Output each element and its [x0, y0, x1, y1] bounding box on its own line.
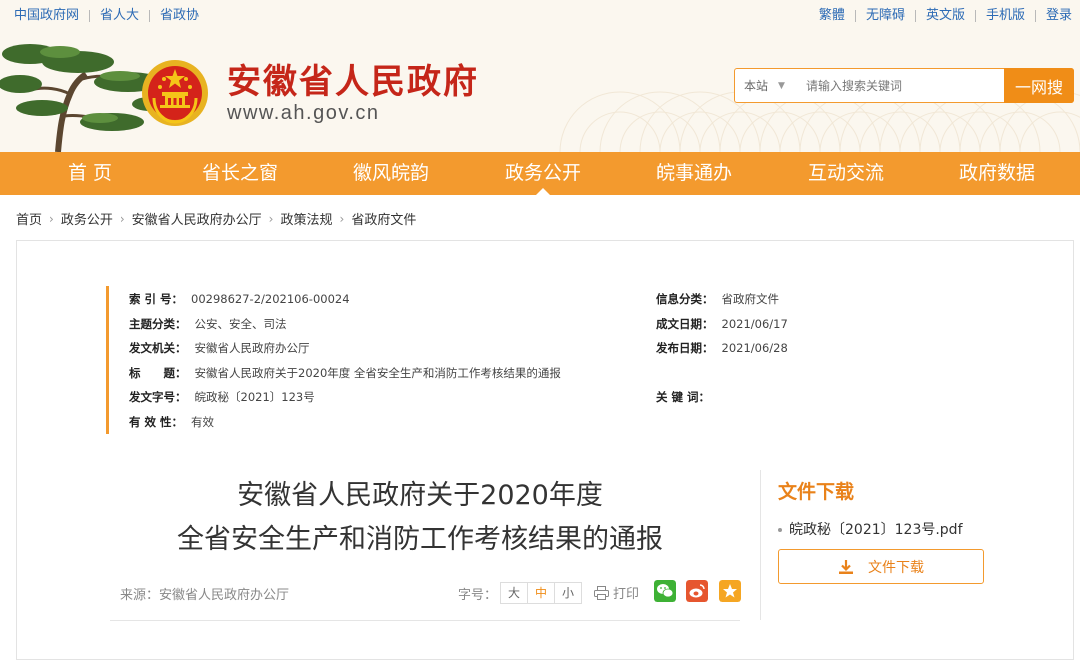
meta-published-value: 2021/06/28	[721, 341, 788, 355]
meta-docno-label: 发文字号：	[129, 390, 187, 404]
meta-created: 成文日期： 2021/06/17	[656, 316, 788, 332]
download-icon	[839, 559, 853, 574]
chevron-right-icon: ›	[268, 211, 274, 226]
meta-docno-value: 皖政秘〔2021〕123号	[194, 390, 315, 404]
link-accessibility[interactable]: 无障碍	[856, 7, 915, 25]
download-section-title: 文件下载	[778, 481, 855, 503]
top-links-right: 繁體 无障碍 英文版 手机版 登录	[809, 7, 1072, 25]
nav-gov-affairs[interactable]: 政务公开	[467, 152, 619, 195]
breadcrumb-home[interactable]: 首页	[16, 209, 42, 228]
link-gov-cn[interactable]: 中国政府网	[14, 7, 89, 25]
meta-category-value: 省政府文件	[721, 292, 780, 306]
breadcrumb-gov-affairs[interactable]: 政务公开	[61, 209, 113, 228]
chevron-right-icon: ›	[49, 211, 54, 226]
chevron-right-icon: ›	[339, 211, 345, 226]
site-title: 安徽省人民政府	[227, 62, 479, 102]
print-button[interactable]: 打印	[594, 583, 639, 602]
meta-title: 标 题： 安徽省人民政府关于2020年度 全省安全生产和消防工作考核结果的通报	[129, 365, 561, 381]
breadcrumb: 首页 › 政务公开 › 安徽省人民政府办公厅 › 政策法规 › 省政府文件	[16, 209, 416, 229]
link-traditional-chinese[interactable]: 繁體	[809, 7, 855, 25]
meta-created-label: 成文日期：	[656, 317, 714, 331]
file-download-button[interactable]: 文件下载	[778, 549, 984, 584]
meta-topic: 主题分类： 公安、安全、司法	[129, 316, 287, 332]
link-login[interactable]: 登录	[1036, 7, 1072, 25]
font-size-small-button[interactable]: 小	[554, 582, 583, 604]
breadcrumb-office[interactable]: 安徽省人民政府办公厅	[132, 209, 262, 228]
top-links-left: 中国政府网 省人大 省政协	[14, 7, 209, 25]
download-file-name: 皖政秘〔2021〕123号.pdf	[789, 522, 963, 538]
article-title-line-1: 安徽省人民政府关于2020年度	[237, 480, 603, 511]
site-header: 中国政府网 省人大 省政协 繁體 无障碍 英文版 手机版 登录 安徽省人民政府 …	[0, 0, 1080, 152]
nav-services[interactable]: 皖事通办	[618, 152, 770, 195]
search-scope-dropdown[interactable]: 本站 ▼	[735, 77, 800, 94]
main-nav: 首 页 省长之窗 徽风皖韵 政务公开 皖事通办 互动交流 政府数据	[0, 152, 1080, 195]
nav-home[interactable]: 首 页	[14, 152, 166, 195]
meta-accent-bar	[106, 286, 109, 434]
meta-category: 信息分类： 省政府文件	[656, 291, 779, 307]
sidebar-divider	[760, 470, 761, 620]
meta-index-value: 00298627-2/202106-00024	[191, 292, 350, 306]
font-size-label: 字号：	[458, 587, 498, 603]
nav-hui-style[interactable]: 徽风皖韵	[315, 152, 467, 195]
meta-published-label: 发布日期：	[656, 341, 714, 355]
search-button[interactable]: 一网搜	[1004, 68, 1074, 103]
meta-index: 索 引 号： 00298627-2/202106-00024	[129, 291, 350, 307]
link-mobile[interactable]: 手机版	[976, 7, 1035, 25]
article-divider	[110, 620, 740, 621]
meta-index-label: 索 引 号：	[129, 292, 184, 306]
meta-keywords-label: 关 键 词：	[656, 390, 711, 404]
chevron-down-icon: ▼	[778, 80, 785, 91]
nav-interaction[interactable]: 互动交流	[770, 152, 922, 195]
link-provincial-npc[interactable]: 省人大	[90, 7, 149, 25]
search-box: 本站 ▼ 一网搜	[734, 68, 1074, 103]
download-file-link[interactable]: 皖政秘〔2021〕123号.pdf	[778, 519, 963, 539]
meta-category-label: 信息分类：	[656, 292, 714, 306]
meta-validity: 有 效 性： 有效	[129, 414, 214, 430]
font-size-large-button[interactable]: 大	[500, 582, 529, 604]
article-source: 来源：安徽省人民政府办公厅	[120, 588, 290, 603]
site-url: www.ah.gov.cn	[227, 102, 380, 124]
weibo-share-icon[interactable]	[686, 580, 708, 602]
article-title-line-2: 全省安全生产和消防工作考核结果的通报	[177, 524, 663, 555]
top-utility-bar: 中国政府网 省人大 省政协 繁體 无障碍 英文版 手机版 登录	[14, 7, 1072, 27]
chevron-right-icon: ›	[119, 211, 125, 226]
meta-issuer-label: 发文机关：	[129, 341, 187, 355]
meta-topic-label: 主题分类：	[129, 317, 187, 331]
meta-keywords: 关 键 词：	[656, 389, 718, 405]
nav-governor-window[interactable]: 省长之窗	[164, 152, 316, 195]
national-emblem-icon	[142, 60, 208, 126]
nav-gov-data[interactable]: 政府数据	[921, 152, 1073, 195]
meta-topic-value: 公安、安全、司法	[194, 317, 287, 331]
link-provincial-cppcc[interactable]: 省政协	[150, 7, 209, 25]
breadcrumb-documents[interactable]: 省政府文件	[351, 209, 416, 228]
print-label: 打印	[613, 587, 640, 602]
meta-title-label: 标 题：	[129, 366, 187, 380]
meta-issuer: 发文机关： 安徽省人民政府办公厅	[129, 340, 310, 356]
file-download-label: 文件下载	[868, 559, 924, 576]
link-english[interactable]: 英文版	[916, 7, 975, 25]
meta-published: 发布日期： 2021/06/28	[656, 340, 788, 356]
meta-validity-value: 有效	[191, 415, 215, 429]
search-scope-label: 本站	[744, 79, 769, 93]
wechat-share-icon[interactable]	[654, 580, 676, 602]
meta-created-value: 2021/06/17	[721, 317, 788, 331]
meta-validity-label: 有 效 性：	[129, 415, 184, 429]
font-size-medium-button[interactable]: 中	[527, 582, 556, 604]
breadcrumb-policies[interactable]: 政策法规	[280, 209, 332, 228]
favorite-star-icon[interactable]	[719, 580, 741, 602]
meta-issuer-value: 安徽省人民政府办公厅	[194, 341, 310, 355]
printer-icon	[594, 585, 609, 600]
font-size-control: 字号： 大 中 小	[458, 582, 583, 604]
bullet-icon	[778, 528, 782, 532]
meta-title-value: 安徽省人民政府关于2020年度 全省安全生产和消防工作考核结果的通报	[194, 366, 561, 380]
meta-docno: 发文字号： 皖政秘〔2021〕123号	[129, 389, 315, 405]
